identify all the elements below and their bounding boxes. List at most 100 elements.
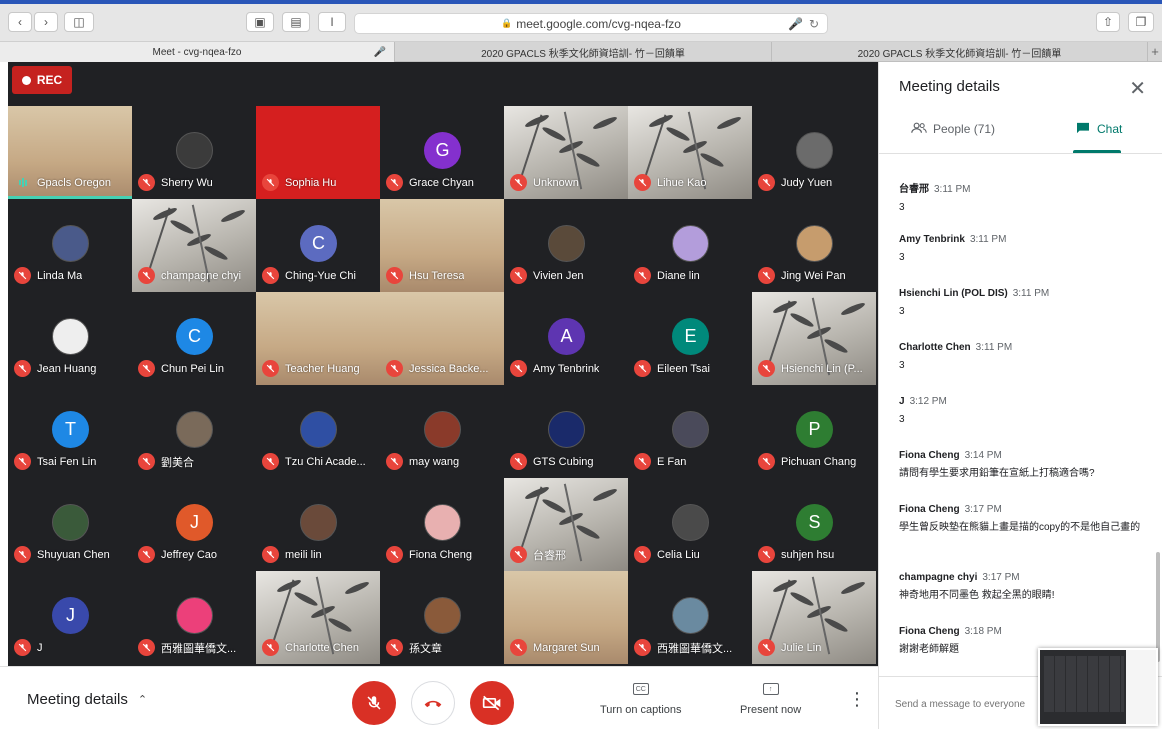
meeting-details-panel: Meeting details ✕ People (71) Chat 台睿邢 3:…: [878, 62, 1162, 729]
captions-label: Turn on captions: [600, 704, 682, 716]
close-panel-button[interactable]: ✕: [1129, 76, 1146, 101]
participant-name: Ching-Yue Chi: [285, 269, 356, 282]
microphone-icon[interactable]: 🎤: [788, 17, 803, 31]
participant-tile[interactable]: meili lin: [256, 478, 380, 571]
bamboo-leaf-shape: [839, 579, 867, 597]
microphone-toggle-button[interactable]: [352, 681, 396, 725]
participant-tile[interactable]: Fiona Cheng: [380, 478, 504, 571]
text-cursor-button[interactable]: I: [318, 12, 346, 32]
participant-tile[interactable]: G Grace Chyan: [380, 106, 504, 199]
camera-toggle-button[interactable]: [470, 681, 514, 725]
participant-name: Jessica Backe...: [409, 362, 489, 375]
participant-tile[interactable]: C Ching-Yue Chi: [256, 199, 380, 292]
participant-tile[interactable]: 西雅圖華僑文...: [628, 571, 752, 664]
more-options-button[interactable]: ⋮: [848, 689, 866, 710]
participant-tile[interactable]: T Tsai Fen Lin: [8, 385, 132, 478]
participant-tile[interactable]: Vivien Jen: [504, 199, 628, 292]
participant-tile[interactable]: Lihue Kao: [628, 106, 752, 199]
participant-nameplate: Jing Wei Pan: [758, 267, 846, 284]
participant-tile[interactable]: Diane lin: [628, 199, 752, 292]
participant-nameplate: Chun Pei Lin: [138, 360, 224, 377]
participant-tile[interactable]: C Chun Pei Lin: [132, 292, 256, 385]
new-window-button[interactable]: ❐: [1128, 12, 1154, 32]
present-now-button[interactable]: ↑ Present now: [740, 683, 801, 716]
participant-nameplate: 劉美合: [138, 453, 194, 470]
participant-tile[interactable]: Jing Wei Pan: [752, 199, 876, 292]
participant-tile[interactable]: GTS Cubing: [504, 385, 628, 478]
new-tab-button[interactable]: +: [1148, 42, 1162, 61]
meeting-details-button[interactable]: Meeting details ⌃: [27, 691, 147, 708]
microphone-icon: 🎤: [373, 46, 386, 58]
participant-tile[interactable]: may wang: [380, 385, 504, 478]
address-bar[interactable]: 🔒 meet.google.com/cvg-nqea-fzo 🎤 ↻: [354, 13, 828, 34]
avatar: [300, 411, 337, 448]
reload-icon[interactable]: ↻: [809, 17, 819, 31]
participant-tile[interactable]: Unknown: [504, 106, 628, 199]
mic-muted-icon: [14, 639, 31, 656]
participant-tile[interactable]: Teacher Huang: [256, 292, 380, 385]
more-vertical-icon: ⋮: [848, 689, 866, 709]
participant-tile[interactable]: Judy Yuen: [752, 106, 876, 199]
participant-name: Hsu Teresa: [409, 269, 465, 282]
participant-tile[interactable]: Gpacls Oregon: [8, 106, 132, 199]
browser-toolbar: ‹ › ◫ ▣ ▤ I 🔒 meet.google.com/cvg-nqea-f…: [0, 4, 1162, 42]
back-button[interactable]: ‹: [8, 12, 32, 32]
participant-tile[interactable]: Jessica Backe...: [380, 292, 504, 385]
participant-tile[interactable]: Linda Ma: [8, 199, 132, 292]
participant-tile[interactable]: Charlotte Chen: [256, 571, 380, 664]
participant-tile[interactable]: 西雅圖華僑文...: [132, 571, 256, 664]
participant-tile[interactable]: Sophia Hu: [256, 106, 380, 199]
browser-tab-meet[interactable]: Meet - cvg-nqea-fzo 🎤: [0, 42, 395, 62]
screenshot-thumbnail-preview[interactable]: [1038, 648, 1158, 726]
participant-tile[interactable]: 台睿邢: [504, 478, 628, 571]
participant-tile[interactable]: P Pichuan Chang: [752, 385, 876, 478]
participant-tile[interactable]: 劉美合: [132, 385, 256, 478]
chat-scrollbar[interactable]: [1156, 552, 1160, 662]
participant-tile[interactable]: Jean Huang: [8, 292, 132, 385]
thumbnail-grid: [1044, 656, 1124, 712]
chat-message: Fiona Cheng 3:14 PM 請問有學生要求用鉛筆在宣紙上打稿適合嗎?: [899, 450, 1147, 481]
sidebar-button[interactable]: ◫: [64, 12, 94, 32]
chat-text: 3: [899, 360, 905, 371]
mic-muted-icon: [138, 546, 155, 563]
avatar: J: [176, 504, 213, 541]
participant-tile[interactable]: E Fan: [628, 385, 752, 478]
participant-tile[interactable]: Celia Liu: [628, 478, 752, 571]
participant-tile[interactable]: A Amy Tenbrink: [504, 292, 628, 385]
captions-button[interactable]: CC Turn on captions: [600, 683, 682, 716]
avatar: [424, 411, 461, 448]
participant-tile[interactable]: E Eileen Tsai: [628, 292, 752, 385]
leave-call-button[interactable]: [411, 681, 455, 725]
forward-button[interactable]: ›: [34, 12, 58, 32]
share-button[interactable]: ⇧: [1096, 12, 1120, 32]
audio-level-icon: [14, 174, 31, 191]
bamboo-leaf-shape: [293, 590, 319, 608]
participant-nameplate: Hsienchi Lin (P...: [758, 360, 863, 377]
participant-tile[interactable]: JJ: [8, 571, 132, 664]
chat-message-input[interactable]: [895, 699, 1045, 710]
participant-tile[interactable]: Hsienchi Lin (P...: [752, 292, 876, 385]
participant-name: Hsienchi Lin (P...: [781, 362, 863, 375]
reader-button[interactable]: ▣: [246, 12, 274, 32]
participant-tile[interactable]: Sherry Wu: [132, 106, 256, 199]
tab-chat[interactable]: Chat: [1073, 122, 1122, 154]
tab-people[interactable]: People (71): [911, 122, 995, 154]
bamboo-leaf-shape: [665, 125, 691, 143]
chat-message: Amy Tenbrink 3:11 PM 3: [899, 234, 1147, 265]
participant-tile[interactable]: Julie Lin: [752, 571, 876, 664]
mic-muted-icon: [758, 639, 775, 656]
chevron-right-icon: ›: [44, 15, 48, 29]
participant-tile[interactable]: Margaret Sun: [504, 571, 628, 664]
browser-tab-feedback-1[interactable]: 2020 GPACLS 秋季文化師資培訓- 竹－回饋單: [395, 42, 772, 62]
participant-tile[interactable]: Tzu Chi Acade...: [256, 385, 380, 478]
participant-tile[interactable]: Hsu Teresa: [380, 199, 504, 292]
participant-tile[interactable]: Shuyuan Chen: [8, 478, 132, 571]
participant-tile[interactable]: 孫文章: [380, 571, 504, 664]
chat-message: J 3:12 PM 3: [899, 396, 1147, 427]
participant-tile[interactable]: champagne chyi: [132, 199, 256, 292]
tabs-overview-button[interactable]: ▤: [282, 12, 310, 32]
browser-tab-feedback-2[interactable]: 2020 GPACLS 秋季文化師資培訓- 竹－回饋單: [772, 42, 1148, 62]
participant-name: Jing Wei Pan: [781, 269, 846, 282]
participant-tile[interactable]: J Jeffrey Cao: [132, 478, 256, 571]
participant-tile[interactable]: Ssuhjen hsu: [752, 478, 876, 571]
